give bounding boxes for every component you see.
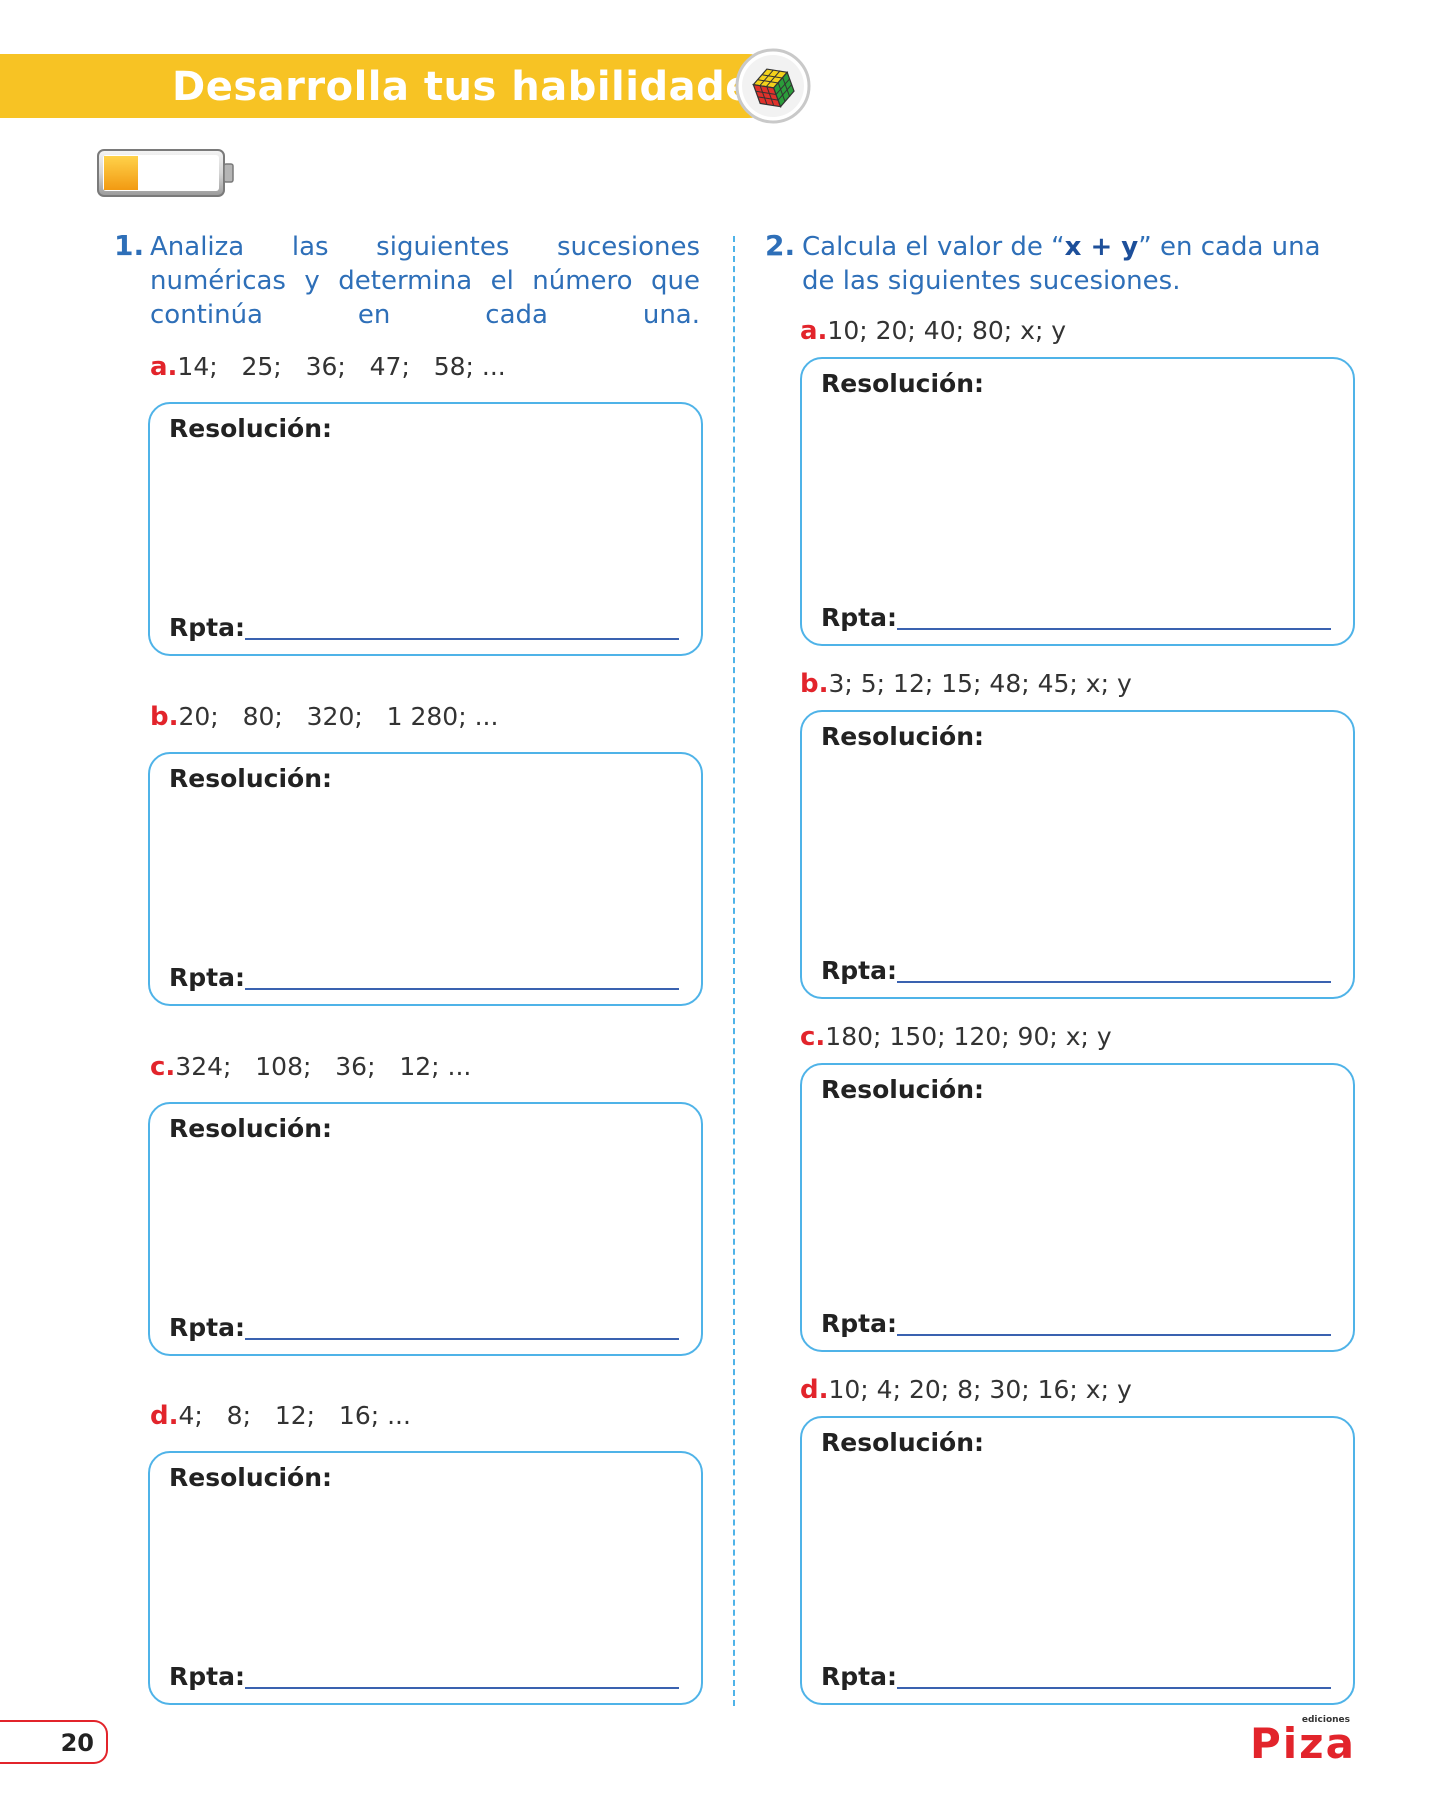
question-1-text: Analiza las siguientes sucesiones numéri…	[150, 232, 700, 330]
answer-label: Rpta:	[821, 603, 897, 632]
answer-label: Rpta:	[821, 1309, 897, 1338]
q1-item-b: b.20; 80; 320; 1 280; ...	[150, 701, 498, 733]
resolution-label: Resolución:	[821, 722, 984, 751]
item-letter: d.	[800, 1375, 829, 1405]
item-letter: b.	[150, 702, 179, 732]
item-letter: d.	[150, 1401, 179, 1431]
answer-label: Rpta:	[169, 613, 245, 642]
q1-item-d: d.4; 8; 12; 16; ...	[150, 1400, 411, 1432]
section-title: Desarrolla tus habilidades	[172, 64, 778, 110]
column-divider	[733, 236, 735, 1706]
item-sequence: 10; 4; 20; 8; 30; 16; x; y	[828, 1375, 1132, 1404]
item-sequence: 324; 108; 36; 12; ...	[175, 1052, 472, 1081]
q2-item-b: b.3; 5; 12; 15; 48; 45; x; y	[800, 668, 1132, 700]
q2a-answer-box[interactable]: Resolución: Rpta:	[800, 357, 1355, 646]
answer-label: Rpta:	[169, 963, 245, 992]
answer-line[interactable]	[897, 1334, 1331, 1336]
q2b-answer-box[interactable]: Resolución: Rpta:	[800, 710, 1355, 999]
resolution-label: Resolución:	[169, 414, 332, 443]
q2-item-c: c.180; 150; 120; 90; x; y	[800, 1021, 1112, 1053]
answer-line[interactable]	[245, 638, 679, 640]
resolution-label: Resolución:	[169, 1463, 332, 1492]
answer-line[interactable]	[245, 1687, 679, 1689]
item-sequence: 14; 25; 36; 47; 58; ...	[177, 352, 506, 381]
resolution-label: Resolución:	[169, 764, 332, 793]
answer-label: Rpta:	[169, 1662, 245, 1691]
item-sequence: 20; 80; 320; 1 280; ...	[178, 702, 499, 731]
publisher-logo: ediciones Piza	[1248, 1715, 1354, 1769]
answer-line[interactable]	[245, 1338, 679, 1340]
q1d-answer-box[interactable]: Resolución: Rpta:	[148, 1451, 703, 1705]
q2-item-a: a.10; 20; 40; 80; x; y	[800, 315, 1066, 347]
battery-level-icon	[97, 149, 234, 197]
resolution-label: Resolución:	[169, 1114, 332, 1143]
item-sequence: 4; 8; 12; 16; ...	[178, 1401, 411, 1430]
logo-wordmark: Piza	[1250, 1719, 1356, 1768]
answer-line[interactable]	[897, 981, 1331, 983]
q1c-answer-box[interactable]: Resolución: Rpta:	[148, 1102, 703, 1356]
answer-label: Rpta:	[169, 1313, 245, 1342]
answer-line[interactable]	[897, 1687, 1331, 1689]
q1a-answer-box[interactable]: Resolución: Rpta:	[148, 402, 703, 656]
item-sequence: 10; 20; 40; 80; x; y	[827, 316, 1067, 345]
q1-item-a: a.14; 25; 36; 47; 58; ...	[150, 351, 506, 383]
answer-line[interactable]	[897, 628, 1331, 630]
q1b-answer-box[interactable]: Resolución: Rpta:	[148, 752, 703, 1006]
resolution-label: Resolución:	[821, 369, 984, 398]
resolution-label: Resolución:	[821, 1428, 984, 1457]
answer-line[interactable]	[245, 988, 679, 990]
q2-item-d: d.10; 4; 20; 8; 30; 16; x; y	[800, 1374, 1132, 1406]
item-letter: a.	[150, 352, 178, 382]
item-letter: a.	[800, 316, 828, 346]
question-1-number: 1.	[114, 229, 145, 262]
q2c-answer-box[interactable]: Resolución: Rpta:	[800, 1063, 1355, 1352]
rubiks-cube-icon	[735, 48, 811, 124]
question-2-number: 2.	[765, 229, 796, 262]
item-letter: c.	[800, 1022, 826, 1052]
answer-label: Rpta:	[821, 1662, 897, 1691]
q2d-answer-box[interactable]: Resolución: Rpta:	[800, 1416, 1355, 1705]
answer-label: Rpta:	[821, 956, 897, 985]
item-sequence: 3; 5; 12; 15; 48; 45; x; y	[828, 669, 1132, 698]
item-letter: c.	[150, 1052, 176, 1082]
question-2-text: Calcula el valor de “x + y” en cada una …	[802, 232, 1321, 296]
item-sequence: 180; 150; 120; 90; x; y	[825, 1022, 1112, 1051]
page-number: 20	[0, 1720, 108, 1764]
q1-item-c: c.324; 108; 36; 12; ...	[150, 1051, 471, 1083]
item-letter: b.	[800, 669, 829, 699]
resolution-label: Resolución:	[821, 1075, 984, 1104]
